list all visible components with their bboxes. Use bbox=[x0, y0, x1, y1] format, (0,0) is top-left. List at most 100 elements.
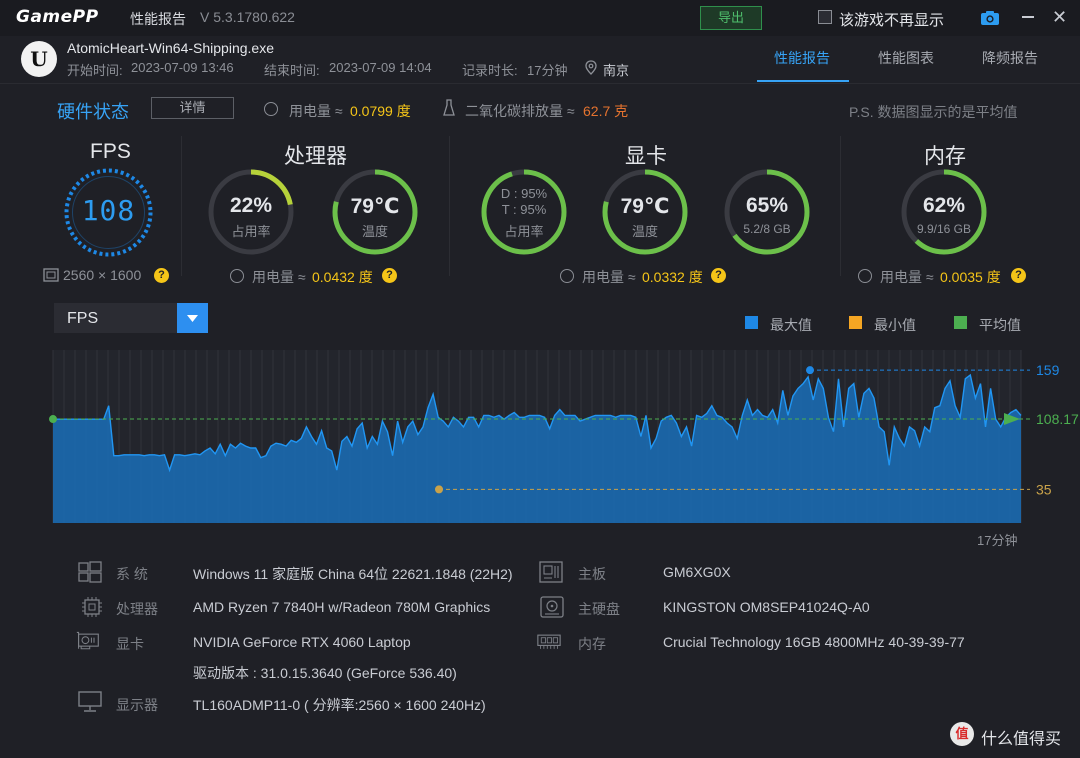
motherboard-icon bbox=[539, 561, 563, 583]
co2-icon bbox=[443, 99, 455, 116]
min-marker bbox=[435, 485, 443, 494]
gpu-power-label: 用电量 ≈ bbox=[582, 269, 636, 285]
ram-label: 内存 bbox=[578, 636, 606, 652]
average-note: P.S. 数据图显示的是平均值 bbox=[849, 104, 1018, 120]
metric-select-toggle[interactable] bbox=[177, 303, 208, 333]
help-icon[interactable]: ? bbox=[154, 268, 169, 283]
gpu-driver: 驱动版本 : 31.0.15.3640 (GeForce 536.40) bbox=[193, 665, 457, 681]
legend-max-label: 最大值 bbox=[770, 317, 812, 333]
total-power-value: 0.0799 度 bbox=[350, 103, 411, 119]
close-icon[interactable]: ✕ bbox=[1052, 8, 1067, 26]
cpu-label: 处理器 bbox=[116, 601, 158, 617]
memory-title: 内存 bbox=[924, 145, 966, 168]
gpu-usage-d: D : 95% bbox=[500, 186, 548, 201]
fps-value: 108 bbox=[81, 194, 136, 227]
help-icon[interactable]: ? bbox=[382, 268, 397, 283]
app-name: 性能报告 bbox=[130, 11, 186, 27]
legend-avg-swatch bbox=[954, 316, 967, 329]
windows-icon bbox=[78, 561, 102, 583]
duration-label: 记录时长: bbox=[462, 63, 518, 78]
memory-usage-label: 9.9/16 GB bbox=[916, 222, 972, 236]
cpu-title: 处理器 bbox=[284, 145, 347, 168]
legend-min-swatch bbox=[849, 316, 862, 329]
max-value-label: 159 bbox=[1036, 362, 1060, 378]
cpu-temp-label: 温度 bbox=[361, 224, 388, 239]
fps-chart: 159 108.17 35 bbox=[49, 350, 1079, 523]
tab-performance-chart[interactable]: 性能图表 bbox=[878, 48, 934, 68]
export-button[interactable]: 导出 bbox=[700, 6, 762, 30]
location-pin-icon bbox=[585, 60, 597, 75]
gpu-usage-label: 占用率 bbox=[504, 224, 544, 239]
memory-power-value: 0.0035 度 bbox=[940, 269, 1001, 285]
gpu-usage-t: T : 95% bbox=[501, 202, 547, 217]
minimize-icon[interactable] bbox=[1022, 16, 1034, 18]
gpu-temp-value: 79℃ bbox=[620, 195, 670, 218]
start-time-label: 开始时间: bbox=[67, 63, 123, 78]
duration-value: 17分钟 bbox=[527, 63, 568, 78]
cpu-temp-value: 79℃ bbox=[350, 195, 400, 218]
cpu-chip-icon bbox=[82, 597, 102, 617]
exe-name: AtomicHeart-Win64-Shipping.exe bbox=[67, 40, 274, 56]
watermark-text: 什么值得买 bbox=[981, 731, 1062, 748]
tab-performance-report[interactable]: 性能报告 bbox=[774, 48, 830, 68]
gpu-temp-label: 温度 bbox=[631, 224, 658, 239]
chart-duration-label: 17分钟 bbox=[977, 533, 1018, 548]
cpu-power-label: 用电量 ≈ bbox=[252, 269, 306, 285]
gpu-card-icon bbox=[76, 631, 99, 650]
gpu-label: 显卡 bbox=[116, 636, 144, 652]
legend-min-label: 最小值 bbox=[874, 317, 916, 333]
min-value-label: 35 bbox=[1036, 481, 1052, 497]
disk-label: 主硬盘 bbox=[578, 601, 620, 617]
game-logo: U bbox=[21, 41, 57, 77]
end-time-label: 结束时间: bbox=[264, 63, 320, 78]
display-value: TL160ADMP11-0 ( 分辨率:2560 × 1600 240Hz) bbox=[193, 697, 486, 713]
no-display-checkbox[interactable] bbox=[818, 10, 832, 24]
board-label: 主板 bbox=[578, 566, 606, 582]
os-value: Windows 11 家庭版 China 64位 22621.1848 (22H… bbox=[193, 566, 513, 582]
monitor-icon bbox=[43, 268, 59, 282]
gpu-vram-value: 65% bbox=[745, 194, 789, 217]
smzdm-logo-icon: 值 bbox=[950, 722, 974, 746]
fps-resolution: 2560 × 1600 bbox=[63, 267, 142, 283]
location: 南京 bbox=[603, 63, 630, 78]
end-time: 2023-07-09 14:04 bbox=[329, 60, 432, 75]
power-icon bbox=[264, 102, 278, 116]
power-icon bbox=[230, 269, 244, 283]
divider bbox=[840, 136, 841, 276]
co2-value: 62.7 克 bbox=[583, 103, 629, 119]
divider bbox=[449, 136, 450, 276]
help-icon[interactable]: ? bbox=[711, 268, 726, 283]
max-marker bbox=[806, 366, 814, 375]
disk-value: KINGSTON OM8SEP41024Q-A0 bbox=[663, 599, 870, 615]
monitor-icon bbox=[78, 691, 102, 712]
display-label: 显示器 bbox=[116, 697, 158, 713]
unreal-logo-icon: U bbox=[30, 47, 48, 71]
ram-value: Crucial Technology 16GB 4800MHz 40-39-39… bbox=[663, 634, 965, 650]
detail-button[interactable]: 详情 bbox=[151, 97, 234, 119]
header-divider bbox=[0, 83, 1080, 84]
gpu-title: 显卡 bbox=[625, 145, 667, 168]
cpu-usage-value: 22% bbox=[229, 194, 273, 217]
camera-icon[interactable] bbox=[980, 10, 1000, 26]
fps-title: FPS bbox=[90, 140, 131, 163]
co2-label: 二氧化碳排放量 ≈ bbox=[465, 103, 575, 119]
hardware-status-title: 硬件状态 bbox=[57, 102, 129, 122]
gpu-power-value: 0.0332 度 bbox=[642, 269, 703, 285]
tab-throttle-report[interactable]: 降频报告 bbox=[982, 48, 1038, 68]
divider bbox=[181, 136, 182, 276]
avg-marker bbox=[49, 415, 57, 424]
board-value: GM6XG0X bbox=[663, 564, 731, 580]
power-icon bbox=[858, 269, 872, 283]
hard-disk-icon bbox=[540, 596, 564, 618]
gpu-value: NVIDIA GeForce RTX 4060 Laptop bbox=[193, 634, 411, 650]
cpu-power-value: 0.0432 度 bbox=[312, 269, 373, 285]
power-icon bbox=[560, 269, 574, 283]
help-icon[interactable]: ? bbox=[1011, 268, 1026, 283]
no-display-label[interactable]: 该游戏不再显示 bbox=[839, 9, 944, 30]
chevron-down-icon bbox=[187, 315, 198, 322]
legend-max-swatch bbox=[745, 316, 758, 329]
legend-avg-label: 平均值 bbox=[979, 317, 1021, 333]
cpu-value: AMD Ryzen 7 7840H w/Radeon 780M Graphics bbox=[193, 599, 491, 615]
metric-select-value[interactable]: FPS bbox=[67, 310, 98, 328]
version-label: V 5.3.1780.622 bbox=[200, 9, 295, 25]
